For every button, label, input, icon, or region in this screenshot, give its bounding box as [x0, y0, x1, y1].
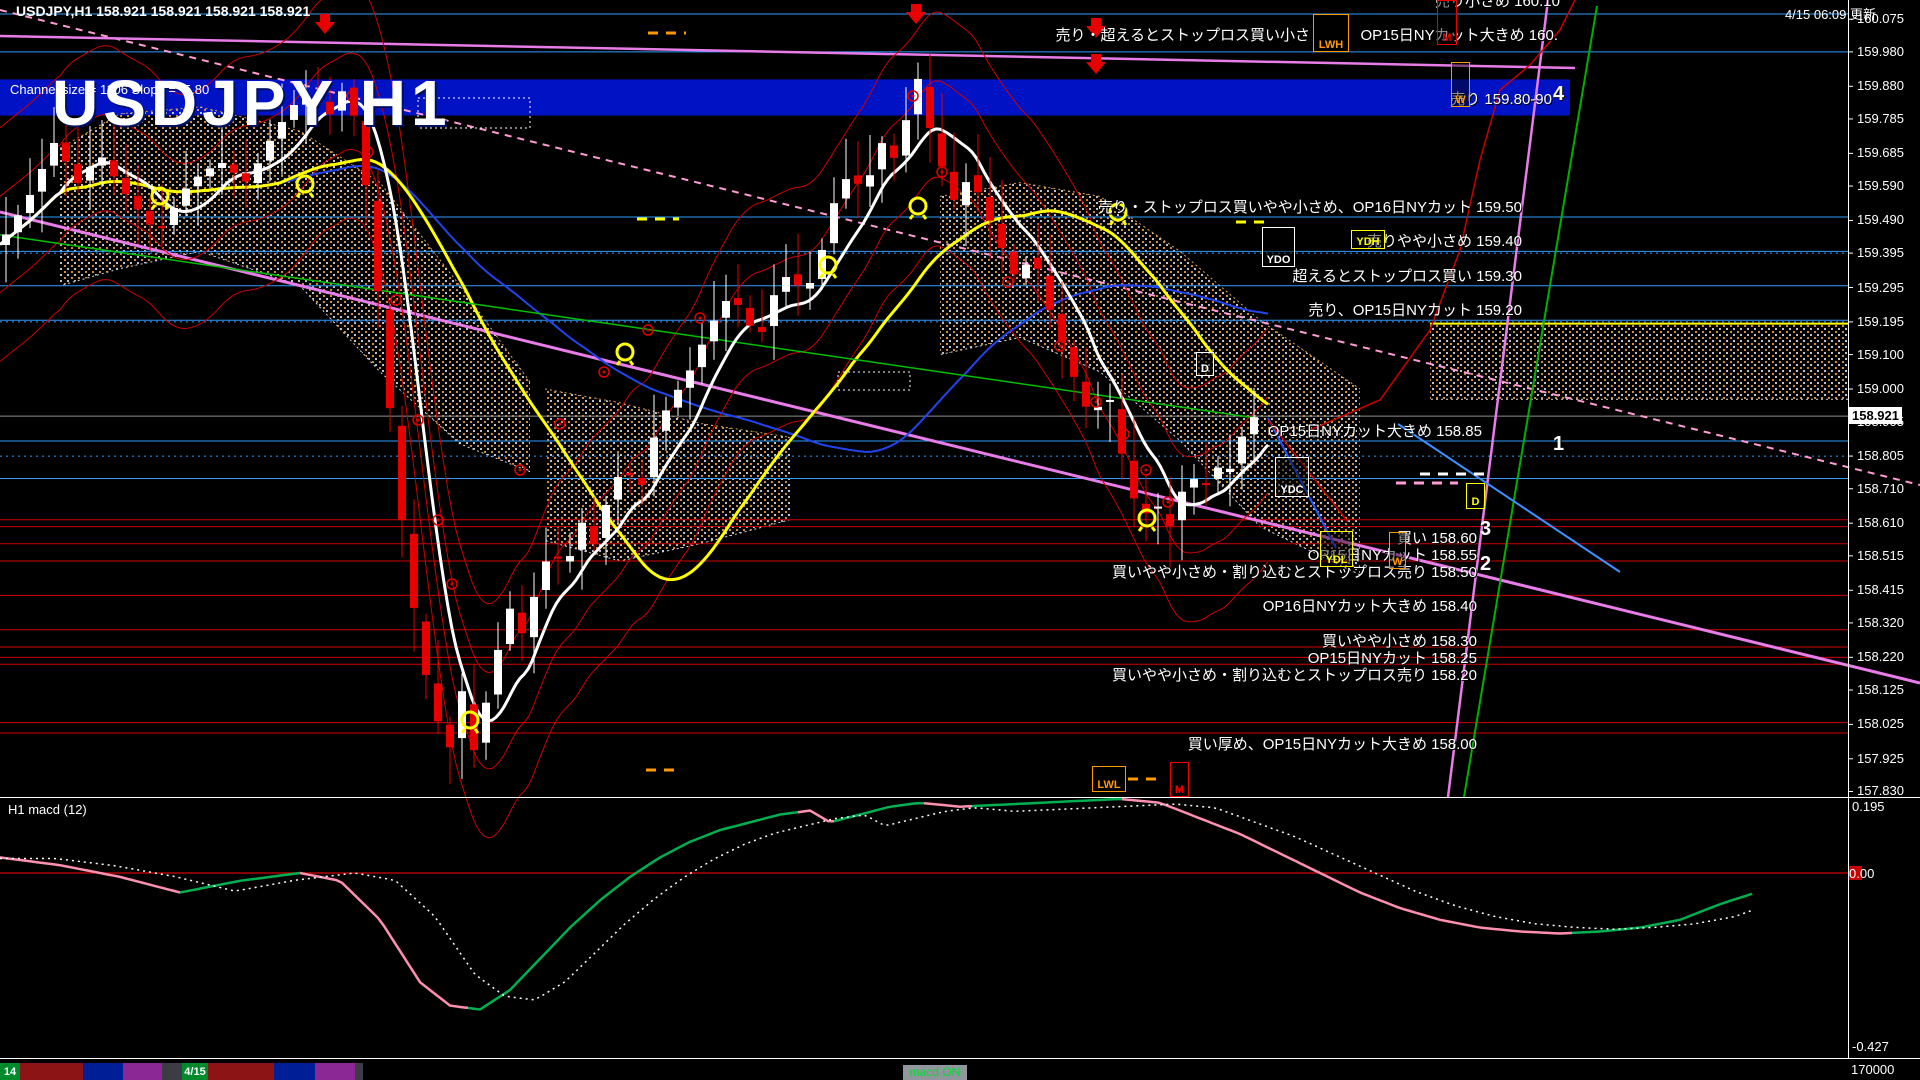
price-axis-label: 157.830	[1857, 784, 1904, 798]
order-annotation: 買いやや小さめ 158.30	[1322, 634, 1477, 650]
price-axis-label: 159.100	[1857, 348, 1904, 362]
macd-zero-label: 0.00	[1849, 865, 1874, 883]
macd-indicator	[0, 799, 1848, 1009]
chart-watermark: USDJPY H1	[52, 66, 452, 140]
level-number: 3	[1480, 519, 1491, 539]
timeline-segment	[83, 1063, 123, 1080]
price-axis-label: 158.125	[1857, 683, 1904, 697]
price-axis-label: 159.685	[1857, 146, 1904, 160]
price-axis-label: 158.610	[1857, 516, 1904, 530]
last-updated-label: 4/15 06:09 更新	[1785, 4, 1876, 23]
price-axis-label: 158.415	[1857, 583, 1904, 597]
tag-box: D	[1196, 352, 1214, 376]
price-axis-label: 158.220	[1857, 650, 1904, 664]
price-axis-label: 158.805	[1857, 449, 1904, 463]
price-axis-label: 159.980	[1857, 45, 1904, 59]
order-annotation: 買いやや小さめ・割り込むとストップロス売り 158.20	[1112, 668, 1477, 684]
symbol-quote-line: USDJPY,H1 158.921 158.921 158.921 158.92…	[16, 3, 310, 19]
tag-box: W	[1451, 62, 1470, 107]
trading-chart-window: USDJPY,H1 158.921 158.921 158.921 158.92…	[0, 0, 1920, 1080]
order-annotation: 売りやや小さめ 159.40	[1367, 234, 1522, 250]
level-number: 4	[1553, 84, 1564, 104]
tag-box: YDC	[1275, 457, 1309, 497]
order-annotation: 売り、OP15日NYカット 159.20	[1308, 303, 1522, 319]
price-axis-label: 159.785	[1857, 112, 1904, 126]
price-axis-label: 159.880	[1857, 79, 1904, 93]
order-annotation: 売り・ストップロス買いやや小さめ、OP16日NYカット 159.50	[1098, 200, 1522, 216]
tag-box: YDO	[1262, 227, 1295, 267]
macd-panel-title: H1 macd (12)	[8, 802, 87, 817]
chart-canvas[interactable]	[0, 0, 1920, 1080]
timeline-segment	[20, 1063, 83, 1080]
timeline-segment	[123, 1063, 162, 1080]
timeline-segment	[274, 1063, 315, 1080]
tag-box: LWL	[1092, 766, 1126, 792]
tag-box: W	[1389, 532, 1406, 569]
price-axis-label: 158.025	[1857, 717, 1904, 731]
level-number: 1	[1553, 434, 1564, 454]
order-annotation: OP15日NYカット 158.25	[1308, 651, 1477, 667]
order-annotation: 超えるとストップロス買い 159.30	[1292, 269, 1522, 285]
macd-min-label: -0.427	[1852, 1039, 1889, 1054]
tag-box: YDH	[1351, 230, 1385, 249]
timeline-segment	[208, 1063, 274, 1080]
order-annotation: 買いやや小さめ・割り込むとストップロス売り 158.50	[1112, 565, 1477, 581]
price-axis-label: 158.320	[1857, 616, 1904, 630]
volume-label: 170000	[1851, 1062, 1894, 1077]
tag-box: M	[1170, 762, 1189, 797]
tag-box: LWH	[1313, 14, 1349, 52]
order-annotation: OP15日NYカット大きめ 158.85	[1268, 424, 1482, 440]
price-axis-label: 158.515	[1857, 549, 1904, 563]
order-annotation: 買い厚め、OP15日NYカット大きめ 158.00	[1188, 737, 1477, 753]
price-axis-label: 157.925	[1857, 752, 1904, 766]
order-annotation: OP15日NYカット大きめ 160.	[1360, 28, 1558, 44]
price-axis-label: 158.710	[1857, 482, 1904, 496]
price-axis-label: 159.000	[1857, 382, 1904, 396]
level-number: 2	[1480, 554, 1491, 574]
channel-info-label: Channel size = 1106 Slope = -5.80	[10, 82, 209, 97]
macd-toggle-button[interactable]: macd ON	[903, 1065, 967, 1080]
timeline-segment: 14	[0, 1063, 20, 1080]
order-annotation: 買い 158.60	[1397, 531, 1477, 547]
tag-box: D	[1466, 483, 1485, 509]
price-axis-label: 159.590	[1857, 179, 1904, 193]
timeline-segment	[315, 1063, 355, 1080]
tag-box: YDL	[1320, 531, 1353, 567]
price-axis-label: 159.395	[1857, 246, 1904, 260]
price-axis-label: 159.295	[1857, 281, 1904, 295]
timeline-segment	[355, 1063, 363, 1080]
current-price-box: 158.921	[1849, 407, 1902, 424]
timeline-segment	[162, 1063, 182, 1080]
price-axis-label: 159.195	[1857, 315, 1904, 329]
order-annotation: OP16日NYカット大きめ 158.40	[1263, 599, 1477, 615]
tag-box: M	[1437, 0, 1457, 45]
price-axis-label: 159.490	[1857, 213, 1904, 227]
timeline-segment: 4/15	[182, 1063, 208, 1080]
order-annotation: 売り・超えるとストップロス買い小さ	[1055, 28, 1310, 44]
macd-max-label: 0.195	[1852, 799, 1885, 814]
